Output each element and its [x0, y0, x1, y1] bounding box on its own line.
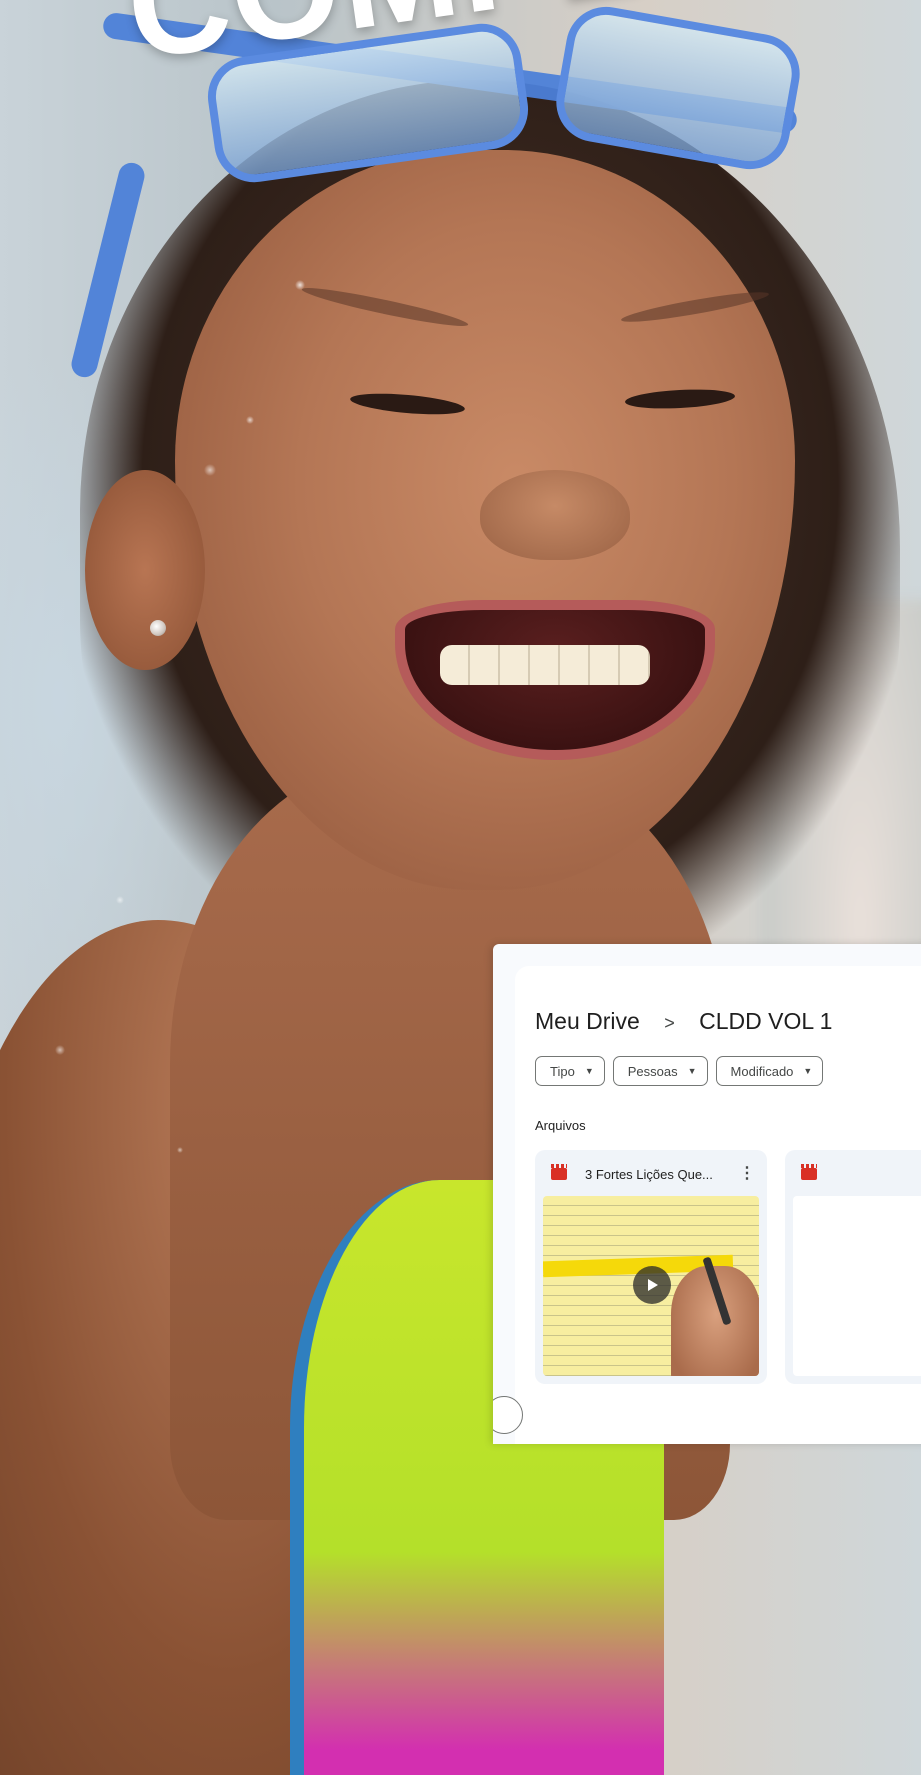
filter-chip-modificado[interactable]: Modificado ▼ — [715, 1056, 824, 1086]
file-thumbnail[interactable] — [543, 1196, 759, 1376]
breadcrumb-folder[interactable]: CLDD VOL 1 — [699, 1008, 832, 1034]
filter-chip-label: Tipo — [550, 1063, 575, 1079]
background-photo — [0, 0, 921, 1775]
filter-chip-label: Pessoas — [627, 1063, 678, 1079]
filter-chip-pessoas[interactable]: Pessoas ▼ — [612, 1056, 708, 1086]
file-thumbnail[interactable] — [793, 1196, 921, 1376]
breadcrumb-root[interactable]: Meu Drive — [535, 1008, 640, 1034]
caret-down-icon: ▼ — [584, 1066, 594, 1076]
water-droplets — [0, 0, 921, 1775]
drive-content: Meu Drive > CLDD VOL 1 Tipo ▼ Pessoas ▼ … — [515, 966, 921, 1444]
filter-chip-label: Modificado — [730, 1063, 794, 1079]
caret-down-icon: ▼ — [687, 1066, 697, 1076]
play-icon[interactable] — [633, 1266, 671, 1304]
more-options-icon[interactable]: ⋮ — [737, 1166, 757, 1182]
breadcrumb-separator-icon: > — [664, 1013, 675, 1033]
file-card-header: 3 Fortes Lições Que... ⋮ — [551, 1164, 757, 1184]
filter-chips: Tipo ▼ Pessoas ▼ Modificado ▼ — [535, 1056, 824, 1086]
file-card-partial[interactable] — [785, 1150, 921, 1384]
caret-down-icon: ▼ — [803, 1066, 813, 1076]
section-label: Arquivos — [535, 1118, 586, 1133]
video-icon — [801, 1164, 817, 1180]
file-card[interactable]: 3 Fortes Lições Que... ⋮ — [535, 1150, 767, 1384]
filter-chip-tipo[interactable]: Tipo ▼ — [535, 1056, 605, 1086]
file-title: 3 Fortes Lições Que... — [585, 1166, 713, 1182]
file-card-header — [801, 1164, 921, 1184]
video-icon — [551, 1164, 567, 1180]
drive-panel: Meu Drive > CLDD VOL 1 Tipo ▼ Pessoas ▼ … — [493, 944, 921, 1444]
breadcrumb: Meu Drive > CLDD VOL 1 — [535, 1008, 832, 1035]
